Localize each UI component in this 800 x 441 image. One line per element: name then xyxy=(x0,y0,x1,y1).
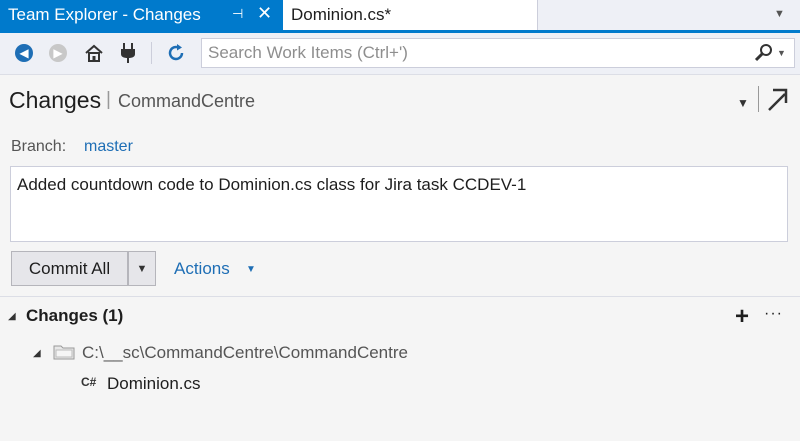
commit-all-label: Commit All xyxy=(28,258,111,278)
title-separator: | xyxy=(106,89,111,110)
connect-icon[interactable] xyxy=(117,42,139,64)
search-dropdown-icon[interactable]: ▼ xyxy=(777,48,786,58)
csharp-file-icon: C# xyxy=(81,375,97,389)
collapse-section-icon[interactable]: ◢ xyxy=(8,311,16,322)
search-work-items[interactable]: ▼ xyxy=(201,38,795,68)
collapse-folder-icon[interactable]: ◢ xyxy=(33,348,41,359)
folder-path[interactable]: C:\__sc\CommandCentre\CommandCentre xyxy=(82,343,408,363)
document-tab-strip: Team Explorer - Changes ⊣ ✕ Dominion.cs*… xyxy=(0,0,800,33)
page-header: Changes | CommandCentre ▼ xyxy=(0,76,800,126)
changes-section-title[interactable]: Changes (1) xyxy=(26,306,123,326)
undock-icon[interactable] xyxy=(765,86,789,117)
home-icon[interactable] xyxy=(83,42,105,64)
page-title: Changes xyxy=(9,87,102,113)
commit-all-button[interactable]: Commit All xyxy=(11,251,128,286)
forward-icon[interactable]: ▶ xyxy=(47,42,69,64)
tab-dominion-cs[interactable]: Dominion.cs* xyxy=(283,0,538,30)
toolbar-separator xyxy=(151,42,152,64)
commit-message-textbox[interactable]: Added countdown code to Dominion.cs clas… xyxy=(10,166,788,242)
changed-file-item[interactable]: Dominion.cs xyxy=(107,374,201,394)
more-options-icon[interactable]: ··· xyxy=(764,305,783,323)
tab-label: Team Explorer - Changes xyxy=(8,5,201,24)
search-icon[interactable] xyxy=(754,43,774,68)
refresh-icon[interactable] xyxy=(165,42,187,64)
pin-icon[interactable]: ⊣ xyxy=(232,6,243,22)
back-icon[interactable]: ◀ xyxy=(13,42,35,64)
header-separator xyxy=(758,86,759,112)
commit-dropdown-button[interactable]: ▼ xyxy=(128,251,156,286)
close-icon[interactable]: ✕ xyxy=(257,3,272,24)
tab-overflow-dropdown-icon[interactable]: ▼ xyxy=(774,8,785,20)
chevron-down-icon: ▼ xyxy=(136,262,148,275)
section-divider xyxy=(0,296,800,297)
search-input[interactable] xyxy=(208,43,748,63)
page-subtitle: CommandCentre xyxy=(118,91,256,111)
tab-label: Dominion.cs* xyxy=(291,5,392,24)
team-explorer-toolbar: ◀ ▶ ▼ xyxy=(0,33,800,75)
stage-all-plus-icon[interactable]: + xyxy=(735,303,749,331)
branch-label: Branch: xyxy=(11,138,67,155)
actions-menu-link[interactable]: Actions xyxy=(174,259,230,279)
folder-icon xyxy=(52,342,76,367)
actions-dropdown-icon[interactable]: ▼ xyxy=(246,264,256,275)
branch-link[interactable]: master xyxy=(84,138,133,156)
commit-message-text: Added countdown code to Dominion.cs clas… xyxy=(17,175,527,194)
tab-team-explorer[interactable]: Team Explorer - Changes ⊣ ✕ xyxy=(0,0,283,30)
page-menu-dropdown-icon[interactable]: ▼ xyxy=(737,96,749,110)
